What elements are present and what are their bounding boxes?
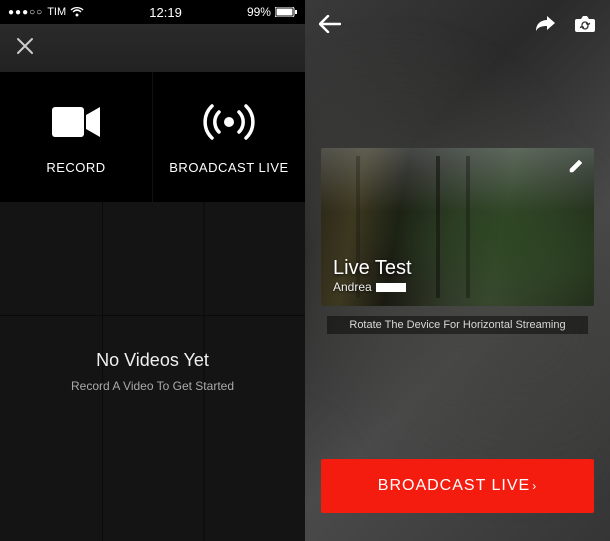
status-left: ●●●○○ TIM xyxy=(8,6,84,18)
video-camera-icon xyxy=(52,100,100,144)
tab-broadcast-label: BROADCAST LIVE xyxy=(169,160,288,175)
battery-pct-label: 99% xyxy=(247,5,271,19)
chevron-right-icon: › xyxy=(532,479,537,493)
pencil-edit-icon[interactable] xyxy=(568,158,584,179)
action-tabs: RECORD BROADCAST LIVE xyxy=(0,72,305,202)
broadcast-live-button[interactable]: BROADCAST LIVE› xyxy=(321,459,594,513)
back-arrow-icon[interactable] xyxy=(319,15,341,33)
status-bar: ●●●○○ TIM 12:19 99% xyxy=(0,0,305,24)
screen-record-home: ●●●○○ TIM 12:19 99% RECORD xyxy=(0,0,305,541)
tab-broadcast[interactable]: BROADCAST LIVE xyxy=(152,72,305,202)
stream-preview: Live Test Andrea Rotate The Device For H… xyxy=(321,148,594,334)
empty-subtitle: Record A Video To Get Started xyxy=(71,379,234,393)
share-icon[interactable] xyxy=(534,15,556,33)
tab-record-label: RECORD xyxy=(46,160,105,175)
battery-icon xyxy=(275,7,297,17)
redacted-block xyxy=(376,283,406,292)
switch-camera-icon[interactable] xyxy=(574,14,596,34)
preview-text-block: Live Test Andrea xyxy=(333,257,412,294)
author-name: Andrea xyxy=(333,280,372,294)
empty-title: No Videos Yet xyxy=(96,350,209,371)
status-time: 12:19 xyxy=(149,5,182,20)
wifi-icon xyxy=(70,7,84,17)
carrier-label: TIM xyxy=(47,6,66,18)
topbar xyxy=(0,24,305,72)
preview-thumbnail[interactable]: Live Test Andrea xyxy=(321,148,594,306)
screen-broadcast-setup: Live Test Andrea Rotate The Device For H… xyxy=(305,0,610,541)
topbar xyxy=(305,0,610,48)
stream-title: Live Test xyxy=(333,257,412,280)
broadcast-button-label: BROADCAST LIVE xyxy=(378,477,530,495)
rotate-device-hint: Rotate The Device For Horizontal Streami… xyxy=(327,316,588,334)
close-icon[interactable] xyxy=(12,33,38,63)
tab-record[interactable]: RECORD xyxy=(0,72,152,202)
signal-dots-icon: ●●●○○ xyxy=(8,7,43,18)
status-right: 99% xyxy=(247,5,297,19)
video-grid-empty: No Videos Yet Record A Video To Get Star… xyxy=(0,202,305,541)
stream-author: Andrea xyxy=(333,280,412,294)
broadcast-signal-icon xyxy=(201,100,257,144)
